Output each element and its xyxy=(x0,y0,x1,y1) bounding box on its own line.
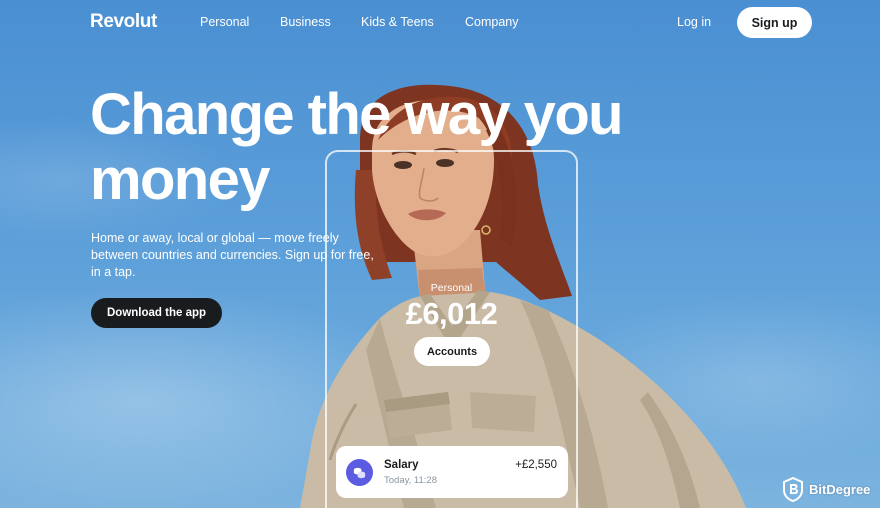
hero-stage: Revolut Personal Business Kids & Teens C… xyxy=(0,0,880,508)
coins-icon xyxy=(346,459,373,486)
nav-link-personal[interactable]: Personal xyxy=(200,15,249,29)
top-navigation: Revolut Personal Business Kids & Teens C… xyxy=(0,0,880,46)
bitdegree-watermark: BitDegree xyxy=(782,476,870,502)
transaction-amount: +£2,550 xyxy=(515,459,557,471)
watermark-text: BitDegree xyxy=(809,481,871,497)
shield-b-icon xyxy=(783,476,803,502)
account-label: Personal xyxy=(430,282,473,294)
nav-link-company[interactable]: Company xyxy=(465,15,519,29)
transaction-time: Today, 11:28 xyxy=(384,475,437,486)
transaction-card[interactable]: Salary Today, 11:28 +£2,550 xyxy=(336,446,568,498)
login-link[interactable]: Log in xyxy=(677,15,711,29)
hero-headline-line1: Change the way you xyxy=(90,82,624,147)
accounts-button[interactable]: Accounts xyxy=(414,337,490,366)
transaction-name: Salary xyxy=(384,459,419,471)
download-app-button[interactable]: Download the app xyxy=(91,298,222,328)
account-balance: £6,012 xyxy=(405,296,498,331)
hero-headline-line2: money xyxy=(90,147,271,212)
signup-button[interactable]: Sign up xyxy=(737,7,812,38)
nav-link-kids-teens[interactable]: Kids & Teens xyxy=(361,15,434,29)
revolut-logo[interactable]: Revolut xyxy=(90,11,157,33)
nav-link-business[interactable]: Business xyxy=(280,15,331,29)
